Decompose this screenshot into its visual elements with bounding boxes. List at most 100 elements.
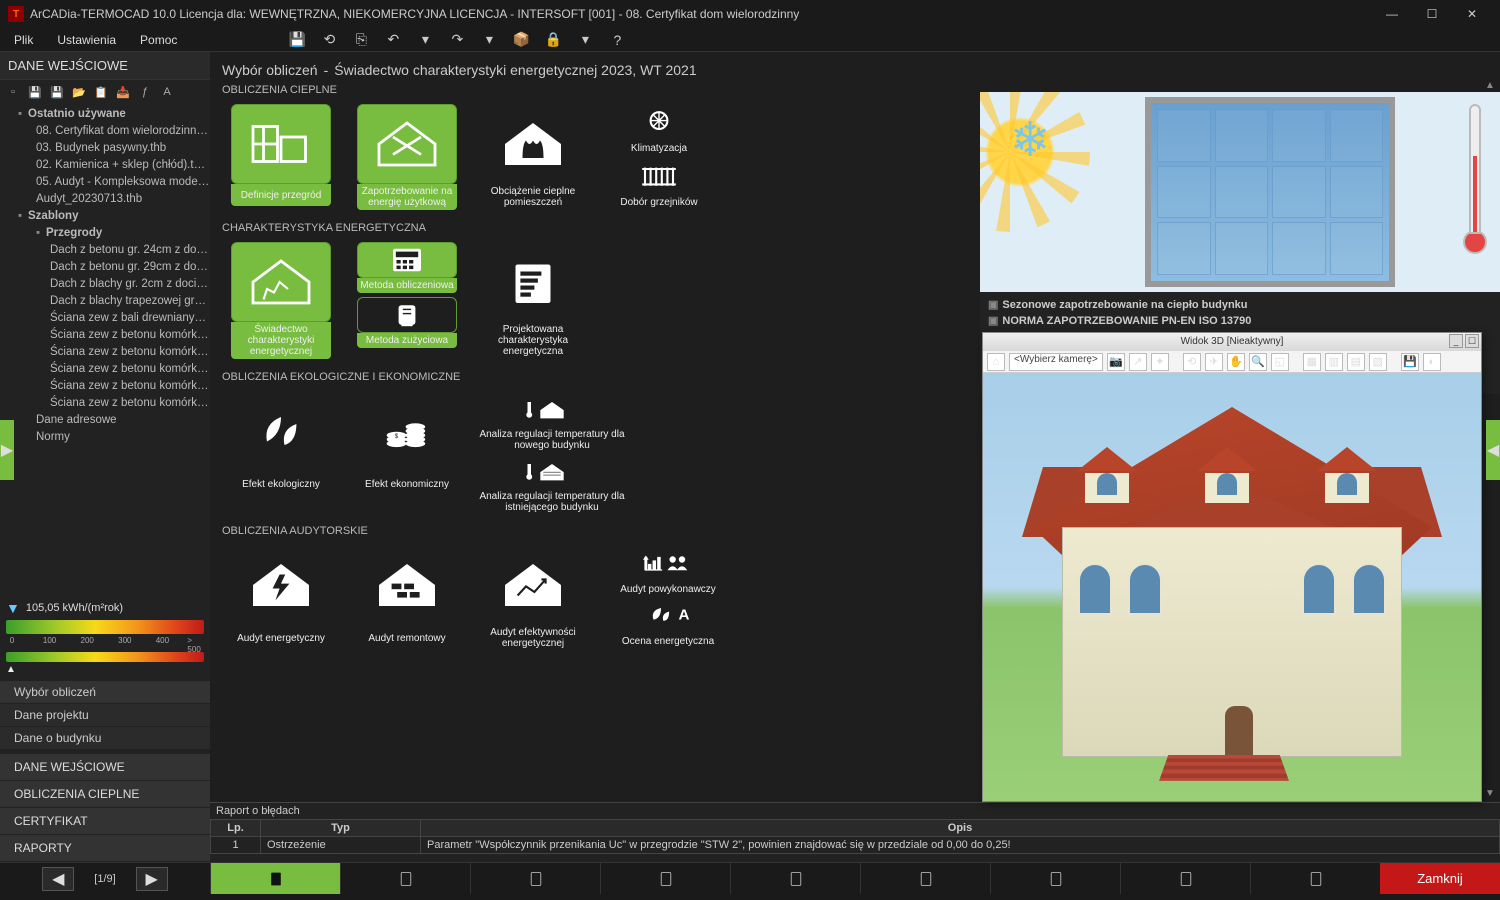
maximize-button[interactable]: ☐ [1412,0,1452,28]
bottom-tab-4[interactable] [600,863,730,894]
tile-efekt-eko[interactable]: Efekt ekologiczny [220,387,342,517]
tree-partition-item[interactable]: Dach z blachy trapezowej gr… [0,293,210,310]
collapse-icon[interactable]: ▣ [988,298,998,312]
help-icon[interactable]: ? [607,30,627,50]
report-row[interactable]: 1 Ostrzeżenie Parametr "Współczynnik prz… [211,837,1500,854]
tree-partition-item[interactable]: Ściana zew z betonu komórk… [0,378,210,395]
tile-audyt-energ[interactable]: Audyt energetyczny [220,541,342,653]
import-icon[interactable]: 📥 [114,83,132,101]
viewer-hand-icon[interactable]: ✋ [1227,353,1245,371]
viewer-arrow-icon[interactable]: ↗ [1129,353,1147,371]
scroll-down-icon[interactable]: ▼ [1484,788,1496,800]
lock-icon[interactable]: 🔒 [543,30,563,50]
tree-partition-item[interactable]: Ściana zew z betonu komórk… [0,327,210,344]
mainnav-obliczenia[interactable]: OBLICZENIA CIEPLNE [0,781,210,807]
viewer-min-icon[interactable]: _ [1449,334,1463,348]
viewer-3d-window[interactable]: Widok 3D [Nieaktywny] _ ☐ ⌂ <Wybierz kam… [982,332,1482,802]
bottom-tab-1[interactable] [210,863,340,894]
viewer-home-icon[interactable]: ⌂ [987,353,1005,371]
page-prev-button[interactable]: ◀ [42,867,74,891]
viewer-shade-icon[interactable]: ◐ [1423,353,1441,371]
tile-projektowana[interactable]: Projektowana charakterystyka energetyczn… [472,238,594,363]
menu-pomoc[interactable]: Pomoc [134,31,183,49]
viewer-view1-icon[interactable]: ▦ [1303,353,1321,371]
tree-adres[interactable]: Dane adresowe [0,412,210,429]
redo-dropdown-icon[interactable]: ▾ [479,30,499,50]
close-button[interactable]: ✕ [1452,0,1492,28]
tree-partitions[interactable]: ▪Przegrody [0,225,210,242]
tree-partition-item[interactable]: Dach z betonu gr. 24cm z do… [0,242,210,259]
package-icon[interactable]: 📦 [511,30,531,50]
save2-icon[interactable]: 💾 [48,83,66,101]
viewer-title[interactable]: Widok 3D [Nieaktywny] _ ☐ [983,333,1481,351]
mainnav-certyfikat[interactable]: CERTYFIKAT [0,808,210,834]
lock-dropdown-icon[interactable]: ▾ [575,30,595,50]
tree-recent-item[interactable]: Audyt_20230713.thb [0,191,210,208]
bottom-tab-3[interactable] [470,863,600,894]
tree-partition-item[interactable]: Ściana zew z bali drewniany… [0,310,210,327]
tree-recent-item[interactable]: 02. Kamienica + sklep (chłód).th… [0,157,210,174]
viewer-view2-icon[interactable]: ▥ [1325,353,1343,371]
menu-plik[interactable]: Plik [8,31,39,49]
minimize-button[interactable]: — [1372,0,1412,28]
save-icon[interactable]: 💾 [287,30,307,50]
refresh-icon[interactable]: ⟲ [319,30,339,50]
nav-dane-budynku[interactable]: Dane o budynku [0,727,210,749]
tree-partition-item[interactable]: Dach z blachy gr. 2cm z docie… [0,276,210,293]
tile-definicje-przegrod[interactable]: Definicje przegród [220,100,342,214]
tree-partition-item[interactable]: Ściana zew z betonu komórk… [0,344,210,361]
tile-obciazenie[interactable]: Obciążenie cieplne pomieszczeń [472,100,594,214]
tile-metoda-obl[interactable]: Metoda obliczeniowa Metoda zużyciowa [346,238,468,363]
menu-ustawienia[interactable]: Ustawienia [51,31,122,49]
collapse-right-arrow[interactable]: ◀ [1486,420,1500,480]
bottom-tab-8[interactable] [1120,863,1250,894]
tile-efekt-econ[interactable]: $ Efekt ekonomiczny [346,387,468,517]
nav-dane-projektu[interactable]: Dane projektu [0,704,210,726]
bottom-tab-5[interactable] [730,863,860,894]
page-next-button[interactable]: ▶ [136,867,168,891]
tile-analiza-nowy-istniejacy[interactable]: Analiza regulacji temperatury dla nowego… [472,387,632,517]
nav-wybor[interactable]: Wybór obliczeń [0,681,210,703]
save1-icon[interactable]: 💾 [26,83,44,101]
tree-templates[interactable]: ▪Szablony [0,208,210,225]
scroll-up-icon[interactable]: ▲ [1484,80,1496,92]
tree-normy[interactable]: Normy [0,429,210,446]
viewer-wand-icon[interactable]: ✦ [1151,353,1169,371]
viewer-save-icon[interactable]: 💾 [1401,353,1419,371]
bottom-tab-9[interactable] [1250,863,1380,894]
collapse-icon[interactable]: ▣ [988,314,998,328]
viewer-zoom-icon[interactable]: 🔍 [1249,353,1267,371]
tree-partition-item[interactable]: Ściana zew z betonu komórk… [0,395,210,412]
tile-klima-grzejniki[interactable]: Klimatyzacja Dobór grzejników [598,100,720,214]
tile-audyt-efekt[interactable]: Audyt efektywności energetycznej [472,541,594,653]
viewer-view4-icon[interactable]: ▧ [1369,353,1387,371]
bottom-tab-7[interactable] [990,863,1120,894]
close-bar-button[interactable]: Zamknij [1380,863,1500,894]
viewer-refresh-icon[interactable]: ⟲ [1183,353,1201,371]
font-icon[interactable]: A [158,83,176,101]
viewer-cam-icon[interactable]: 📷 [1107,353,1125,371]
viewer-fit-icon[interactable]: ◱ [1271,353,1289,371]
viewer-scene[interactable] [983,373,1481,801]
paste-icon[interactable]: 📋 [92,83,110,101]
tree-recent-item[interactable]: 08. Certyfikat dom wielorodzinn… [0,123,210,140]
undo-dropdown-icon[interactable]: ▾ [415,30,435,50]
tree-recent[interactable]: ▪Ostatnio używane [0,106,210,123]
viewer-plane-icon[interactable]: ✈ [1205,353,1223,371]
tile-swiadectwo[interactable]: Świadectwo charakterystyki energetycznej [220,238,342,363]
tree-partition-item[interactable]: Dach z betonu gr. 29cm z do… [0,259,210,276]
tree-recent-item[interactable]: 03. Budynek pasywny.thb [0,140,210,157]
mainnav-dane[interactable]: DANE WEJŚCIOWE [0,754,210,780]
tree[interactable]: ▪Ostatnio używane 08. Certyfikat dom wie… [0,104,210,448]
tile-audyt-remont[interactable]: Audyt remontowy [346,541,468,653]
bottom-tab-6[interactable] [860,863,990,894]
viewer-max-icon[interactable]: ☐ [1465,334,1479,348]
tree-recent-item[interactable]: 05. Audyt - Kompleksowa mode… [0,174,210,191]
viewer-camera-select[interactable]: <Wybierz kamerę> [1009,353,1103,371]
fx-icon[interactable]: ƒ [136,83,154,101]
bottom-tab-2[interactable] [340,863,470,894]
tree-partition-item[interactable]: Ściana zew z betonu komórk… [0,361,210,378]
new-icon[interactable]: ▫ [4,83,22,101]
copy-icon[interactable]: ⎘ [351,30,371,50]
mainnav-raporty[interactable]: RAPORTY [0,835,210,861]
